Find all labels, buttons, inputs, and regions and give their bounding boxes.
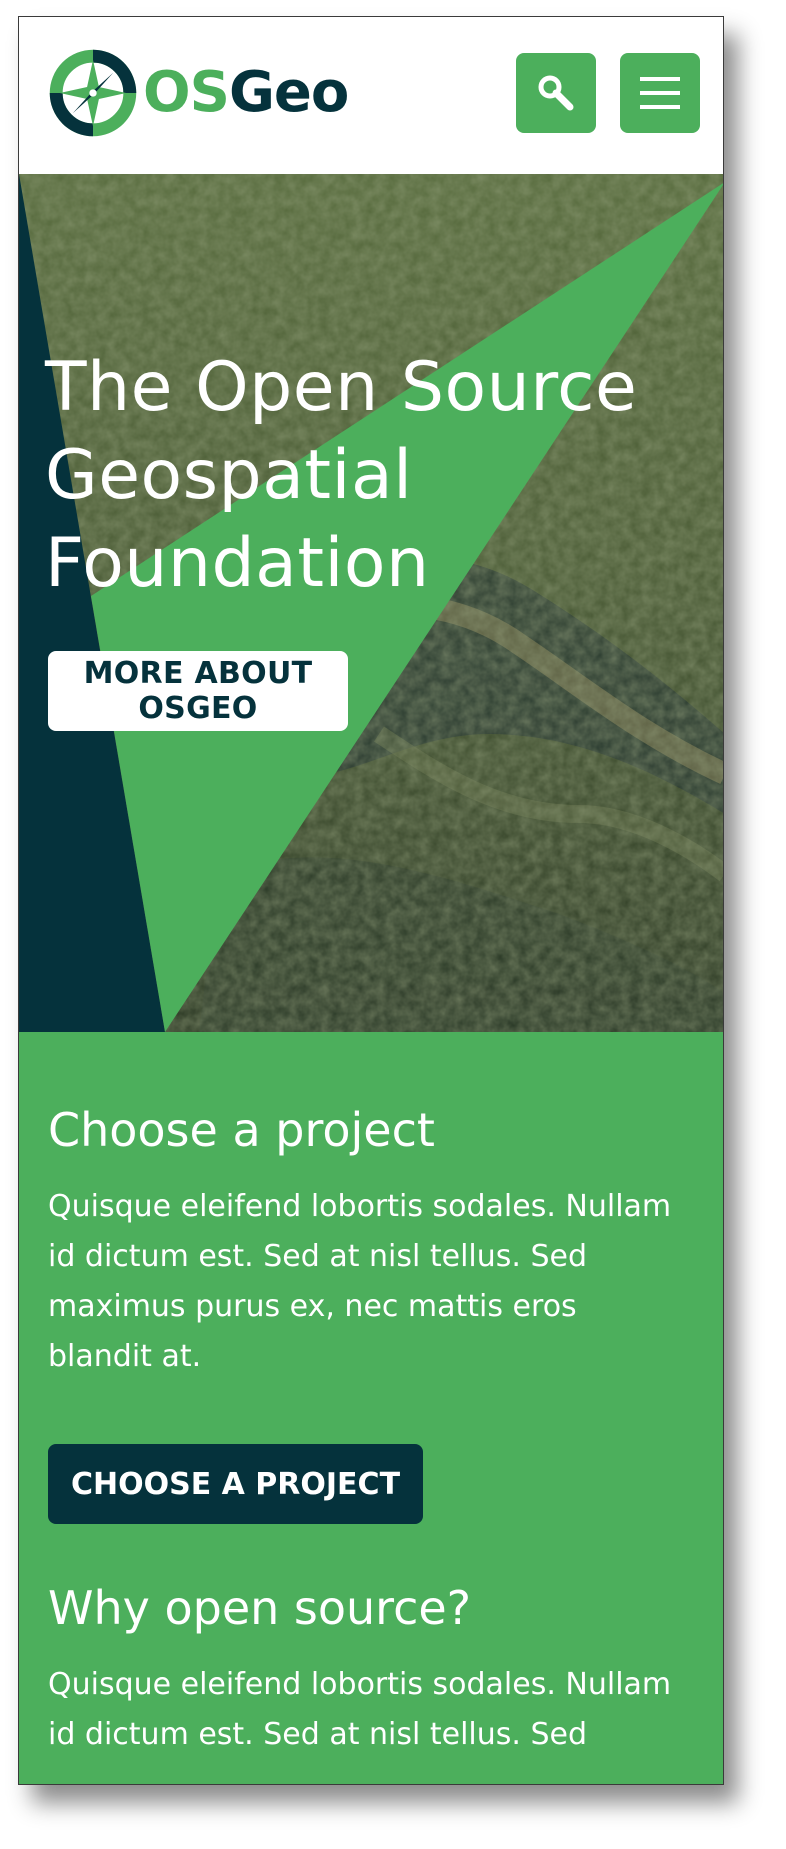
why-open-source-heading: Why open source? <box>48 1581 472 1635</box>
search-button[interactable] <box>516 53 596 133</box>
choose-project-heading: Choose a project <box>48 1103 435 1157</box>
hero-section: The Open Source Geospatial Foundation MO… <box>19 174 723 1032</box>
logo-text-os: OS <box>143 60 230 125</box>
logo-wordmark: OSGeo <box>143 65 349 121</box>
menu-button[interactable] <box>620 53 700 133</box>
more-about-osgeo-button[interactable]: MORE ABOUT OSGEO <box>48 651 348 731</box>
logo-text-geo: Geo <box>228 60 349 125</box>
hero-title: The Open Source Geospatial Foundation <box>45 348 638 603</box>
choose-project-button[interactable]: CHOOSE A PROJECT <box>48 1444 423 1524</box>
compass-logo-icon <box>49 49 137 137</box>
why-open-source-text: Quisque eleifend lobortis sodales. Nulla… <box>48 1667 672 1752</box>
hamburger-menu-icon <box>640 77 680 109</box>
site-header: OSGeo <box>19 17 723 174</box>
search-icon <box>538 75 574 111</box>
content-section: Choose a project Quisque eleifend lobort… <box>19 1032 723 1784</box>
mobile-page-frame: OSGeo The Open Source Geospatial Foundat… <box>18 16 724 1785</box>
choose-project-text: Quisque eleifend lobortis sodales. Nulla… <box>48 1189 672 1374</box>
osgeo-logo-link[interactable]: OSGeo <box>47 47 349 139</box>
